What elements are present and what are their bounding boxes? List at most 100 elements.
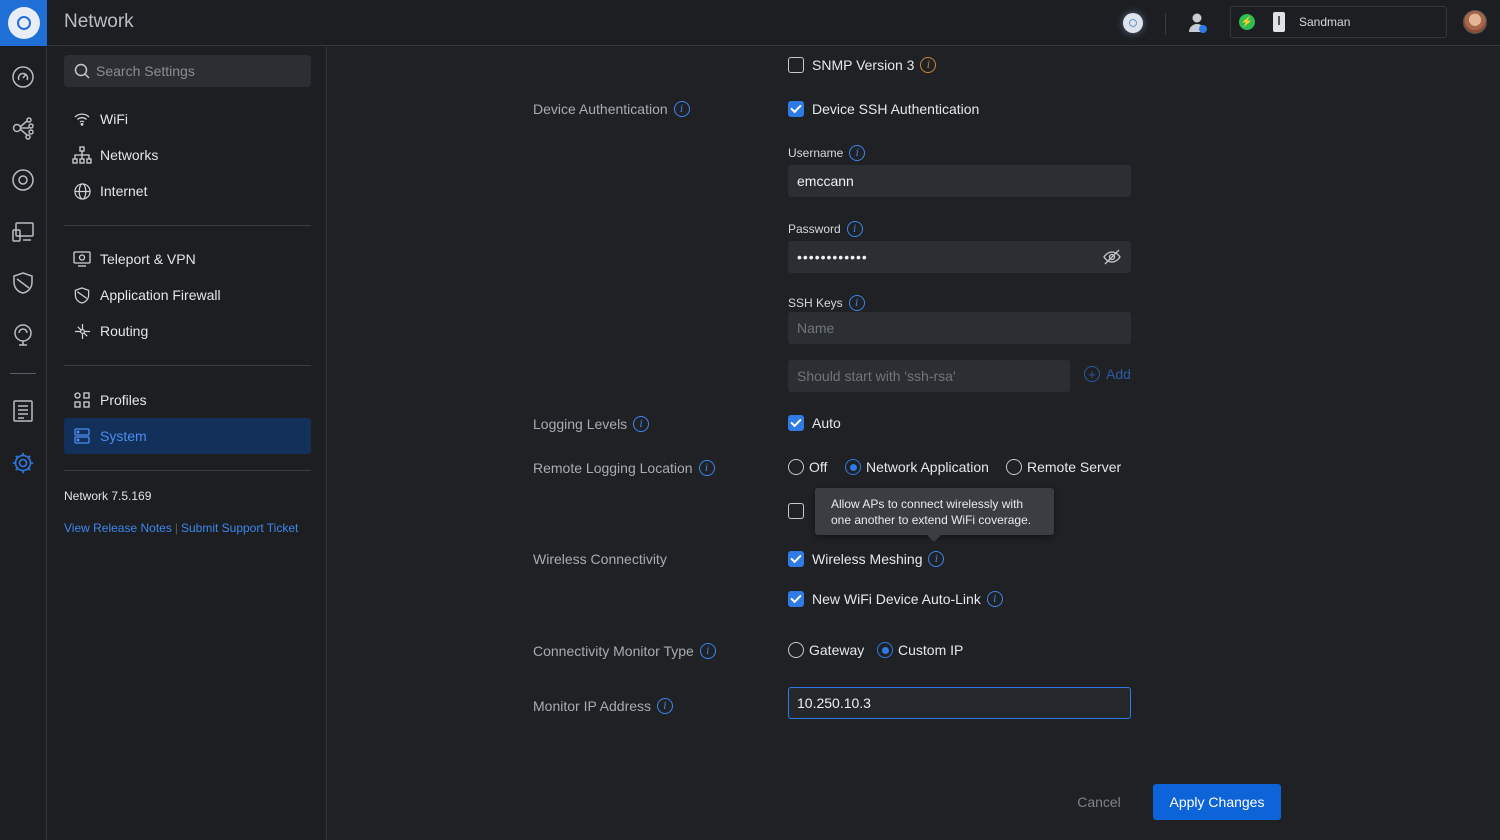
info-icon[interactable]: i — [699, 643, 716, 659]
system-icon — [72, 426, 92, 446]
radio-custom-ip[interactable]: Custom IP — [877, 642, 963, 658]
radio-button[interactable] — [877, 642, 893, 658]
console-name: Sandman — [1299, 15, 1351, 29]
search-input[interactable] — [96, 55, 301, 87]
networks-icon — [72, 145, 92, 165]
nav-item-application-firewall[interactable]: Application Firewall — [64, 277, 311, 313]
password-field[interactable] — [788, 241, 1131, 273]
add-ssh-key-button[interactable]: + Add — [1084, 366, 1131, 382]
info-icon[interactable]: i — [986, 591, 1003, 607]
shield-icon — [72, 285, 92, 305]
wireless-connectivity-label: Wireless Connectivity — [533, 551, 667, 567]
wireless-meshing-checkbox[interactable] — [788, 551, 804, 567]
radio-button[interactable] — [788, 642, 804, 658]
logging-auto-checkbox[interactable] — [788, 415, 804, 431]
radio-network-application[interactable]: Network Application — [845, 459, 989, 475]
clients-icon[interactable] — [10, 219, 36, 245]
routing-icon — [72, 321, 92, 341]
username-label-row: Username i — [788, 145, 866, 161]
nav-item-label: Application Firewall — [100, 287, 221, 303]
nav-item-routing[interactable]: Routing — [64, 313, 311, 349]
radio-label: Off — [809, 459, 828, 475]
avatar[interactable] — [1463, 10, 1487, 34]
search-icon — [74, 63, 90, 84]
tooltip: Allow APs to connect wirelessly with one… — [815, 488, 1054, 542]
radio-label: Network Application — [866, 459, 989, 475]
radio-button[interactable] — [1006, 459, 1022, 475]
snmp-v3-label: SNMP Version 3 — [812, 57, 915, 73]
release-notes-link[interactable]: View Release Notes — [64, 521, 172, 535]
insights-icon[interactable] — [10, 322, 36, 348]
radio-gateway[interactable]: Gateway — [788, 642, 864, 658]
nav-item-teleport-vpn[interactable]: Teleport & VPN — [64, 241, 311, 277]
radio-off[interactable]: Off — [788, 459, 827, 475]
version-text: Network 7.5.169 — [64, 489, 152, 503]
info-icon[interactable]: i — [698, 460, 715, 476]
hide-password-icon[interactable] — [1103, 249, 1121, 270]
settings-icon[interactable] — [10, 450, 36, 476]
radio-remote-server[interactable]: Remote Server — [1006, 459, 1121, 475]
info-icon[interactable]: i — [849, 145, 866, 161]
info-icon[interactable]: i — [657, 698, 674, 714]
monitor-ip-label-row: Monitor IP Address i — [533, 698, 674, 714]
footer-links: View Release Notes | Submit Support Ticket — [64, 521, 298, 535]
password-label-row: Password i — [788, 221, 863, 237]
cancel-button[interactable]: Cancel — [1063, 784, 1135, 820]
user-admin-icon[interactable] — [1185, 10, 1211, 36]
radio-label: Custom IP — [898, 642, 964, 658]
info-icon[interactable]: i — [633, 416, 650, 432]
security-icon[interactable] — [10, 270, 36, 296]
snmp-v3-checkbox[interactable] — [788, 57, 804, 73]
info-icon[interactable]: i — [920, 57, 937, 73]
radio-button[interactable] — [788, 459, 804, 475]
nav-item-wifi[interactable]: WiFi — [64, 101, 311, 137]
info-icon[interactable]: i — [846, 221, 863, 237]
logging-auto-row[interactable]: Auto — [788, 415, 841, 431]
info-icon[interactable]: i — [673, 101, 690, 117]
nav-item-label: System — [100, 428, 147, 444]
auto-link-row[interactable]: New WiFi Device Auto-Link i — [788, 591, 1003, 607]
link-separator: | — [174, 521, 178, 535]
hidden-option-checkbox[interactable] — [788, 503, 804, 519]
nav-item-internet[interactable]: Internet — [64, 173, 311, 209]
radio-label: Gateway — [809, 642, 865, 658]
device-auth-label: Device Authentication — [533, 101, 668, 117]
nav-divider — [64, 225, 311, 226]
ssh-auth-label: Device SSH Authentication — [812, 101, 980, 117]
search-box[interactable] — [64, 55, 311, 87]
support-ticket-link[interactable]: Submit Support Ticket — [181, 521, 298, 535]
bolt-icon: ⚡ — [1239, 14, 1255, 30]
app-logo[interactable] — [0, 0, 47, 46]
topology-icon[interactable] — [10, 115, 36, 141]
top-bar: Network ⚡ Sandman — [0, 0, 1500, 46]
nav-item-profiles[interactable]: Profiles — [64, 382, 311, 418]
ssh-auth-row[interactable]: Device SSH Authentication — [788, 101, 979, 117]
monitor-ip-field[interactable] — [788, 687, 1131, 719]
auto-link-checkbox[interactable] — [788, 591, 804, 607]
hidden-option-row[interactable] — [788, 503, 812, 519]
info-icon[interactable]: i — [848, 295, 865, 311]
device-auth-label-row: Device Authentication i — [533, 101, 690, 117]
logs-icon[interactable] — [10, 398, 36, 424]
ssh-auth-checkbox[interactable] — [788, 101, 804, 117]
monitor-ip-label: Monitor IP Address — [533, 698, 652, 714]
nav-item-system[interactable]: System — [64, 418, 311, 454]
radio-button[interactable] — [845, 459, 861, 475]
devices-icon[interactable] — [10, 167, 36, 193]
globe-icon[interactable] — [1120, 10, 1146, 36]
teleport-icon — [72, 249, 92, 269]
console-selector[interactable]: ⚡ Sandman — [1230, 6, 1447, 38]
username-field[interactable] — [788, 165, 1131, 197]
settings-nav: WiFi Networks Internet Teleport & VPN Ap… — [48, 47, 327, 840]
apply-changes-button[interactable]: Apply Changes — [1153, 784, 1281, 820]
nav-item-networks[interactable]: Networks — [64, 137, 311, 173]
snmp-v3-row[interactable]: SNMP Version 3 i — [788, 57, 937, 73]
wireless-meshing-row[interactable]: Wireless Meshing i — [788, 551, 945, 567]
left-rail — [0, 47, 47, 840]
nav-item-label: Networks — [100, 147, 159, 163]
dashboard-icon[interactable] — [10, 64, 36, 90]
ssh-key-name-field[interactable] — [788, 312, 1131, 344]
info-icon[interactable]: i — [928, 551, 945, 567]
password-label: Password — [788, 222, 841, 236]
ssh-key-value-field[interactable] — [788, 360, 1070, 392]
